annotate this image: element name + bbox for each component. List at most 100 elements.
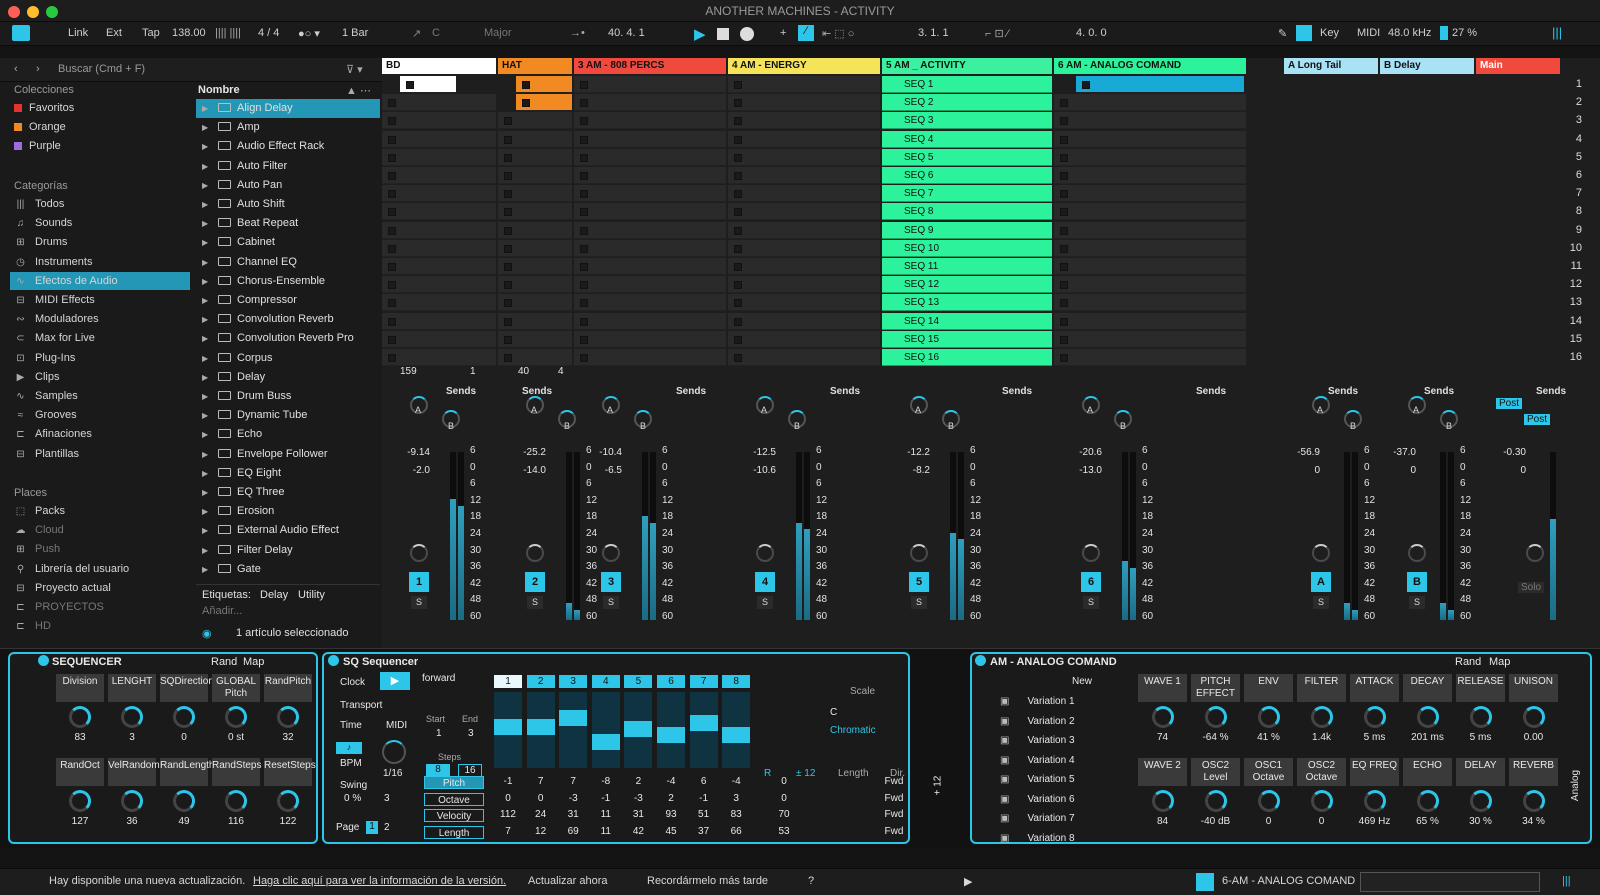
- clip-slot[interactable]: [574, 349, 726, 366]
- track-activator[interactable]: 6: [1081, 572, 1101, 592]
- param-button[interactable]: RandOct: [56, 758, 104, 786]
- expand-triangle-icon[interactable]: ▶: [202, 291, 212, 310]
- rate-knob[interactable]: [382, 740, 406, 764]
- browser-list-item[interactable]: ▶ Channel EQ: [196, 253, 380, 272]
- clip-stop-button[interactable]: [734, 99, 742, 108]
- variation-item[interactable]: ▣ Variation 4: [1000, 755, 1075, 766]
- step-number[interactable]: 4: [591, 675, 620, 688]
- pan-knob[interactable]: [1082, 544, 1100, 562]
- row-direction-value[interactable]: Fwd: [880, 826, 908, 837]
- row-direction-value[interactable]: Fwd: [880, 809, 908, 820]
- step-param-value[interactable]: -4: [657, 776, 685, 787]
- ext-sync-button[interactable]: Ext: [106, 27, 122, 39]
- variation-item[interactable]: ▣ Variation 2: [1000, 716, 1075, 727]
- step-param-value[interactable]: 6: [690, 776, 718, 787]
- clip-stop-button[interactable]: [734, 244, 742, 253]
- clip-stop-button[interactable]: [734, 299, 742, 308]
- clip-stop-button[interactable]: [580, 317, 588, 326]
- clip-slot[interactable]: [728, 130, 880, 148]
- clip-slot[interactable]: [728, 294, 880, 312]
- place-packs[interactable]: ⬚ Packs: [14, 502, 65, 520]
- track-header[interactable]: HAT: [498, 58, 572, 74]
- place-hd[interactable]: ⊏ HD: [14, 617, 51, 635]
- param-knob[interactable]: [173, 790, 195, 812]
- clip-stop-button[interactable]: [388, 226, 396, 235]
- clip-stop-button[interactable]: [504, 135, 512, 144]
- scene-launch[interactable]: 13: [1530, 296, 1582, 314]
- clip-stop-button[interactable]: [388, 153, 396, 162]
- clip-slot[interactable]: SEQ 14: [882, 312, 1052, 330]
- param-knob[interactable]: [121, 790, 143, 812]
- device-on-icon[interactable]: [975, 655, 986, 666]
- tag-chip[interactable]: Delay: [260, 589, 288, 601]
- step-param-value[interactable]: 0: [527, 793, 555, 804]
- clip-slot[interactable]: [516, 94, 572, 112]
- clip-slot[interactable]: [382, 294, 496, 312]
- clip-slot[interactable]: [574, 258, 726, 275]
- device-on-icon[interactable]: [38, 655, 49, 666]
- end-value[interactable]: 3: [468, 728, 474, 739]
- add-tag-link[interactable]: Añadir...: [202, 605, 242, 617]
- loop-length-field[interactable]: 4. 0. 0: [1076, 27, 1107, 39]
- clip-stop-button[interactable]: [388, 299, 396, 308]
- param-knob[interactable]: [277, 706, 299, 728]
- browser-list-item[interactable]: ▶ Cabinet: [196, 233, 380, 252]
- expand-triangle-icon[interactable]: ▶: [202, 329, 212, 348]
- device-on-icon[interactable]: [328, 655, 339, 666]
- clip-stop-button[interactable]: [1060, 117, 1068, 126]
- name-column-label[interactable]: Nombre: [198, 84, 240, 96]
- clip-slot[interactable]: [382, 239, 496, 257]
- clip-stop-button[interactable]: [734, 281, 742, 290]
- step-param-value[interactable]: 12: [527, 826, 555, 837]
- step-value-bar[interactable]: [657, 727, 685, 743]
- midi-map-button[interactable]: MIDI: [1357, 27, 1380, 39]
- step-param-value[interactable]: 7: [527, 776, 555, 787]
- expand-triangle-icon[interactable]: ▶: [202, 272, 212, 291]
- peak-value[interactable]: -10.6: [744, 465, 776, 476]
- browser-list-item[interactable]: ▶ Audio Effect Rack: [196, 137, 380, 156]
- place-proyectos[interactable]: ⊏ PROYECTOS: [14, 598, 104, 616]
- track-activator[interactable]: 2: [525, 572, 545, 592]
- clip-slot[interactable]: SEQ 16: [882, 349, 1052, 366]
- remind-later-button[interactable]: Recordármelo más tarde: [647, 875, 768, 887]
- clip-slot[interactable]: [382, 94, 496, 112]
- clip-stop-button[interactable]: [504, 190, 512, 199]
- step-number[interactable]: 7: [689, 675, 718, 688]
- param-button[interactable]: RELEASE: [1456, 674, 1505, 702]
- browser-list-item[interactable]: ▶ Compressor: [196, 291, 380, 310]
- clip-stop-button[interactable]: [1060, 99, 1068, 108]
- follow-icon[interactable]: ↗: [412, 27, 421, 40]
- clip-slot[interactable]: [728, 76, 880, 93]
- solo-button[interactable]: S: [911, 596, 927, 609]
- row-extra-value[interactable]: 70: [770, 809, 798, 820]
- clip-slot[interactable]: [1054, 94, 1246, 112]
- clip-slot[interactable]: [728, 112, 880, 130]
- track-activator[interactable]: 1: [409, 572, 429, 592]
- step-value-bar[interactable]: [689, 715, 718, 731]
- page-1-button[interactable]: 1: [366, 821, 378, 834]
- clip-slot[interactable]: [728, 185, 880, 203]
- clip-slot[interactable]: [382, 203, 496, 221]
- return-track-header[interactable]: B Delay: [1380, 58, 1474, 74]
- clip-slot[interactable]: [498, 294, 572, 312]
- clip-slot[interactable]: [1054, 130, 1246, 148]
- sq-row-label[interactable]: Length: [424, 825, 484, 839]
- browser-list-item[interactable]: ▶ Convolution Reverb Pro: [196, 329, 380, 348]
- step-param-value[interactable]: 0: [494, 793, 522, 804]
- clip-stop-button[interactable]: [388, 135, 396, 144]
- clip-stop-button[interactable]: [734, 81, 742, 89]
- scene-launch[interactable]: 15: [1530, 333, 1582, 351]
- clip-stop-button[interactable]: [504, 281, 512, 290]
- clip-slot[interactable]: [574, 276, 726, 294]
- clip-slot[interactable]: [728, 94, 880, 112]
- expand-triangle-icon[interactable]: ▶: [202, 464, 212, 483]
- category-afinaciones[interactable]: ⊏ Afinaciones: [14, 425, 92, 443]
- clip-stop-button[interactable]: [504, 153, 512, 162]
- param-button[interactable]: OSC2 Octave: [1297, 758, 1346, 786]
- param-button[interactable]: OSC2 Level: [1191, 758, 1240, 786]
- clip-slot[interactable]: SEQ 7: [882, 185, 1052, 203]
- clip-slot[interactable]: [1054, 148, 1246, 166]
- expand-triangle-icon[interactable]: ▶: [202, 349, 212, 368]
- clip-slot[interactable]: [1054, 112, 1246, 130]
- clip-stop-button[interactable]: [580, 81, 588, 89]
